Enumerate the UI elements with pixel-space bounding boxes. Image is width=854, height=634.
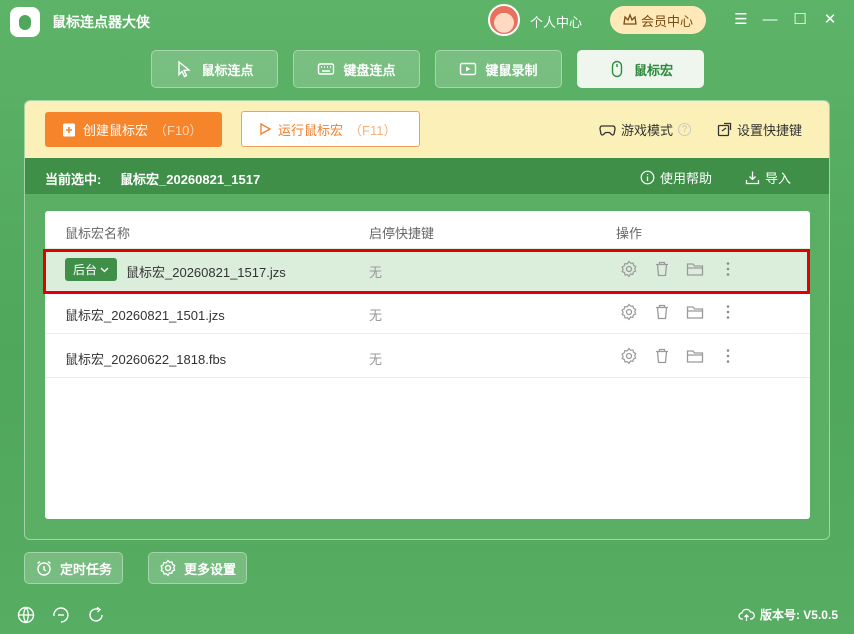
delete-icon[interactable]: [653, 260, 671, 278]
delete-icon[interactable]: [653, 303, 671, 321]
question-icon[interactable]: ?: [678, 123, 692, 136]
create-macro-button[interactable]: 创建鼠标宏 （F10）: [45, 112, 222, 147]
create-macro-label: 创建鼠标宏: [83, 123, 149, 138]
shortcut-settings-label: 设置快捷键: [737, 123, 803, 138]
add-file-icon: [63, 123, 75, 136]
more-icon[interactable]: [719, 303, 737, 321]
main-tabs: 鼠标连点 键盘连点 键鼠录制 鼠标宏: [0, 50, 854, 88]
tab-label: 键鼠录制: [485, 62, 538, 78]
row-actions: [620, 303, 737, 321]
refresh-icon[interactable]: [86, 605, 106, 625]
mouse-icon: [611, 60, 623, 78]
menu-icon[interactable]: ☰: [731, 10, 751, 30]
settings-gear-icon[interactable]: [620, 303, 638, 321]
macro-name: 鼠标宏_20260821_1517.jzs: [126, 265, 286, 280]
settings-gear-icon: [160, 559, 176, 577]
macro-name: 鼠标宏_20260821_1501.jzs: [65, 308, 225, 323]
help-link[interactable]: 使用帮助: [640, 168, 712, 187]
macro-card: 创建鼠标宏 （F10） 运行鼠标宏 （F11） 游戏模式 ? 设置快捷键 当前选…: [24, 100, 830, 540]
run-macro-button[interactable]: 运行鼠标宏 （F11）: [241, 111, 420, 147]
column-header-name: 鼠标宏名称: [65, 226, 131, 241]
macro-toolbar: 创建鼠标宏 （F10） 运行鼠标宏 （F11） 游戏模式 ? 设置快捷键: [25, 101, 829, 158]
app-logo-icon: [10, 7, 40, 37]
support-icon[interactable]: [51, 605, 71, 625]
more-icon[interactable]: [719, 347, 737, 365]
import-label: 导入: [765, 171, 792, 186]
folder-icon[interactable]: [686, 303, 704, 321]
cursor-icon: [178, 60, 192, 78]
vip-center-button[interactable]: 会员中心: [610, 6, 706, 34]
shortcut-icon: [717, 122, 732, 137]
table-row[interactable]: 后台 鼠标宏_20260821_1517.jzs 无: [45, 248, 810, 291]
chevron-down-icon: [100, 267, 109, 273]
current-selection-label: 当前选中:: [45, 172, 102, 187]
run-macro-label: 运行鼠标宏: [278, 122, 344, 138]
tab-label: 鼠标宏: [633, 62, 673, 78]
run-macro-hotkey: （F11）: [349, 122, 397, 138]
more-icon[interactable]: [719, 260, 737, 278]
globe-icon[interactable]: [16, 605, 36, 625]
table-header: 鼠标宏名称 启停快捷键 操作: [45, 211, 810, 248]
gamepad-icon: [599, 124, 616, 136]
app-title: 鼠标连点器大侠: [52, 14, 150, 30]
help-label: 使用帮助: [660, 171, 713, 186]
version-info[interactable]: 版本号: V5.0.5: [738, 606, 838, 623]
current-selection-value: 鼠标宏_20260821_1517: [120, 172, 261, 187]
tab-record[interactable]: 键鼠录制: [435, 50, 562, 88]
folder-icon[interactable]: [686, 260, 704, 278]
row-actions: [620, 347, 737, 365]
timer-task-label: 定时任务: [60, 561, 113, 577]
tab-mouse-click[interactable]: 鼠标连点: [151, 50, 278, 88]
import-icon: [745, 171, 760, 185]
game-mode-toggle[interactable]: 游戏模式 ?: [599, 120, 692, 139]
macro-hotkey[interactable]: 无: [369, 349, 382, 368]
version-label: 版本号: V5.0.5: [759, 608, 838, 622]
game-mode-label: 游戏模式: [621, 123, 674, 138]
delete-icon[interactable]: [653, 347, 671, 365]
macro-hotkey[interactable]: 无: [369, 305, 382, 324]
more-settings-label: 更多设置: [184, 561, 237, 577]
more-settings-button[interactable]: 更多设置: [148, 552, 248, 584]
macro-name: 鼠标宏_20260622_1818.fbs: [65, 352, 227, 367]
avatar[interactable]: [488, 4, 520, 36]
macro-hotkey[interactable]: 无: [369, 262, 382, 281]
tab-mouse-macro[interactable]: 鼠标宏: [577, 50, 704, 88]
play-icon: [260, 122, 272, 136]
tab-label: 鼠标连点: [201, 62, 254, 78]
column-header-hotkey: 启停快捷键: [369, 226, 435, 241]
import-button[interactable]: 导入: [745, 168, 791, 187]
background-mode-dropdown[interactable]: 后台: [65, 258, 117, 281]
create-macro-hotkey: （F10）: [154, 123, 203, 138]
title-bar: 鼠标连点器大侠 个人中心 会员中心 ☰ — ☐ ✕: [0, 0, 854, 42]
crown-icon: [623, 13, 637, 25]
table-row[interactable]: 鼠标宏_20260622_1818.fbs 无: [45, 335, 810, 378]
settings-gear-icon[interactable]: [620, 347, 638, 365]
keyboard-icon: [318, 63, 335, 75]
video-icon: [460, 62, 477, 76]
folder-icon[interactable]: [686, 347, 704, 365]
macro-table: 鼠标宏名称 启停快捷键 操作 后台 鼠标宏_20260821_1517.jzs …: [45, 211, 810, 519]
tab-label: 键盘连点: [343, 62, 396, 78]
info-icon: [640, 170, 655, 185]
vip-center-label: 会员中心: [640, 13, 693, 29]
tab-keyboard-click[interactable]: 键盘连点: [293, 50, 420, 88]
minimize-icon[interactable]: —: [760, 10, 780, 30]
maximize-icon[interactable]: ☐: [790, 10, 810, 30]
column-header-actions: 操作: [616, 226, 643, 241]
user-center-link[interactable]: 个人中心: [530, 12, 582, 31]
settings-gear-icon[interactable]: [620, 260, 638, 278]
background-mode-label: 后台: [72, 263, 97, 277]
table-row[interactable]: 鼠标宏_20260821_1501.jzs 无: [45, 291, 810, 334]
close-icon[interactable]: ✕: [820, 10, 840, 30]
cloud-upload-icon: [738, 608, 755, 621]
row-actions: [620, 260, 737, 278]
timer-task-button[interactable]: 定时任务: [24, 552, 124, 584]
selection-bar: 当前选中: 鼠标宏_20260821_1517 使用帮助 导入: [25, 158, 829, 194]
alarm-clock-icon: [37, 560, 51, 576]
shortcut-settings-button[interactable]: 设置快捷键: [717, 120, 802, 139]
